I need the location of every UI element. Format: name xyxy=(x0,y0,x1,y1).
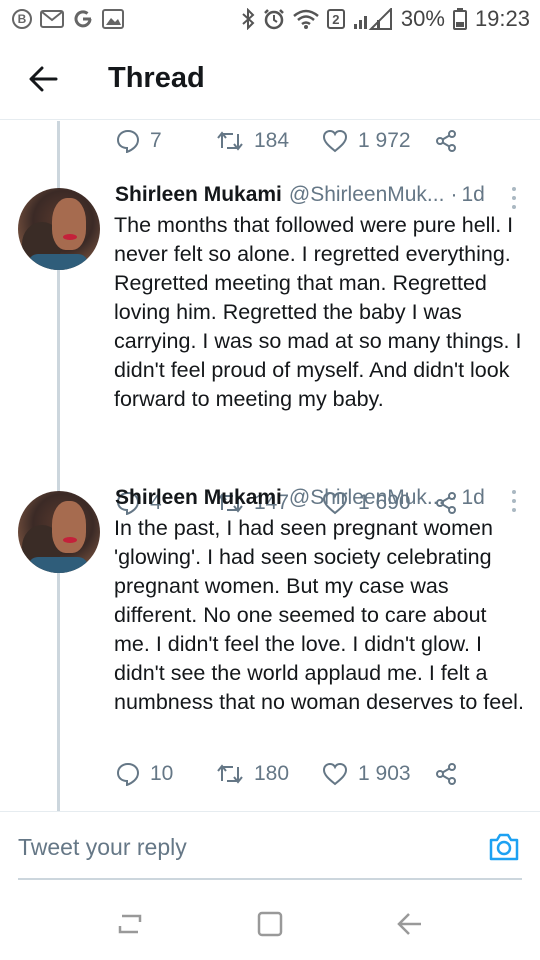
tweet-item[interactable]: Shirleen Mukami @ShirleenMuk... · 1d In … xyxy=(0,486,540,806)
retweet-count: 180 xyxy=(254,762,290,785)
avatar[interactable] xyxy=(18,491,100,573)
reply-button[interactable]: 10 xyxy=(116,762,216,786)
notification-icons: B xyxy=(12,8,124,30)
reply-count: 7 xyxy=(150,129,162,152)
arrow-left-icon xyxy=(29,66,58,91)
system-nav-bar xyxy=(0,888,540,960)
sim-badge: 2 xyxy=(326,9,345,29)
thread-list: 7 184 1 972 Shirleen Mukami @ShirleenMuk… xyxy=(0,121,540,811)
app-bar: Thread xyxy=(0,38,540,120)
retweet-icon xyxy=(217,764,243,784)
tweet-actions: 10 180 1 903 xyxy=(116,754,458,794)
image-icon xyxy=(102,9,124,29)
b-circle-icon: B xyxy=(12,9,32,29)
reply-count: 10 xyxy=(150,762,174,785)
gmail-icon xyxy=(40,10,64,28)
battery-icon xyxy=(452,8,467,30)
home-button[interactable] xyxy=(250,904,290,944)
tweet-item[interactable]: Shirleen Mukami @ShirleenMuk... · 1d The… xyxy=(0,183,540,515)
retweet-button[interactable]: 184 xyxy=(216,129,322,153)
tweet-text: The months that followed were pure hell.… xyxy=(114,213,522,411)
status-bar: B 2 30% 19:23 xyxy=(0,0,540,38)
recent-apps-button[interactable] xyxy=(110,904,150,944)
heart-icon xyxy=(322,762,348,786)
reply-bar xyxy=(0,811,540,881)
reply-underline xyxy=(18,878,522,880)
author-name[interactable]: Shirleen Mukami xyxy=(115,183,282,207)
tweet-header: Shirleen Mukami @ShirleenMuk... · 1d xyxy=(115,183,515,207)
previous-tweet-actions: 7 184 1 972 xyxy=(116,121,458,161)
signal-icon xyxy=(353,8,393,30)
reply-icon xyxy=(116,762,140,786)
author-handle[interactable]: @ShirleenMuk... xyxy=(289,183,445,207)
back-button[interactable] xyxy=(0,38,86,120)
separator-dot: · xyxy=(450,183,458,206)
avatar[interactable] xyxy=(18,188,100,270)
share-icon xyxy=(436,130,456,152)
bluetooth-icon xyxy=(241,8,255,30)
clock: 19:23 xyxy=(474,6,530,31)
like-button[interactable]: 1 972 xyxy=(322,129,434,153)
retweet-count: 184 xyxy=(254,129,290,152)
page-title: Thread xyxy=(108,62,205,94)
retweet-icon xyxy=(217,131,243,151)
tweet-time: 1d xyxy=(461,183,485,206)
system-icons: 2 30% 19:23 xyxy=(241,6,530,32)
author-handle[interactable]: @ShirleenMuk... xyxy=(289,486,445,510)
retweet-button[interactable]: 180 xyxy=(216,762,322,786)
tweet-header: Shirleen Mukami @ShirleenMuk... · 1d xyxy=(115,486,515,510)
more-options-icon[interactable] xyxy=(510,187,518,209)
author-name[interactable]: Shirleen Mukami xyxy=(115,486,282,510)
camera-icon xyxy=(489,833,519,861)
recent-apps-icon xyxy=(118,914,142,934)
back-nav-icon xyxy=(397,913,421,935)
more-options-icon[interactable] xyxy=(510,490,518,512)
camera-button[interactable] xyxy=(488,832,520,864)
home-icon xyxy=(257,911,283,937)
like-count: 1 972 xyxy=(358,129,411,152)
separator-dot: · xyxy=(450,486,458,509)
reply-input[interactable] xyxy=(18,828,478,866)
battery-percent: 30% xyxy=(400,6,445,31)
share-button[interactable] xyxy=(434,129,458,153)
back-nav-button[interactable] xyxy=(390,904,430,944)
like-count: 1 903 xyxy=(358,762,411,785)
google-icon xyxy=(72,8,94,30)
reply-icon xyxy=(116,129,140,153)
tweet-time: 1d xyxy=(461,486,485,509)
share-button[interactable] xyxy=(434,762,458,786)
tweet-text: In the past, I had seen pregnant women '… xyxy=(114,516,524,714)
alarm-icon xyxy=(263,8,285,30)
reply-button[interactable]: 7 xyxy=(116,129,216,153)
share-icon xyxy=(436,763,456,785)
wifi-icon xyxy=(293,9,319,29)
like-button[interactable]: 1 903 xyxy=(322,762,434,786)
heart-icon xyxy=(322,129,348,153)
